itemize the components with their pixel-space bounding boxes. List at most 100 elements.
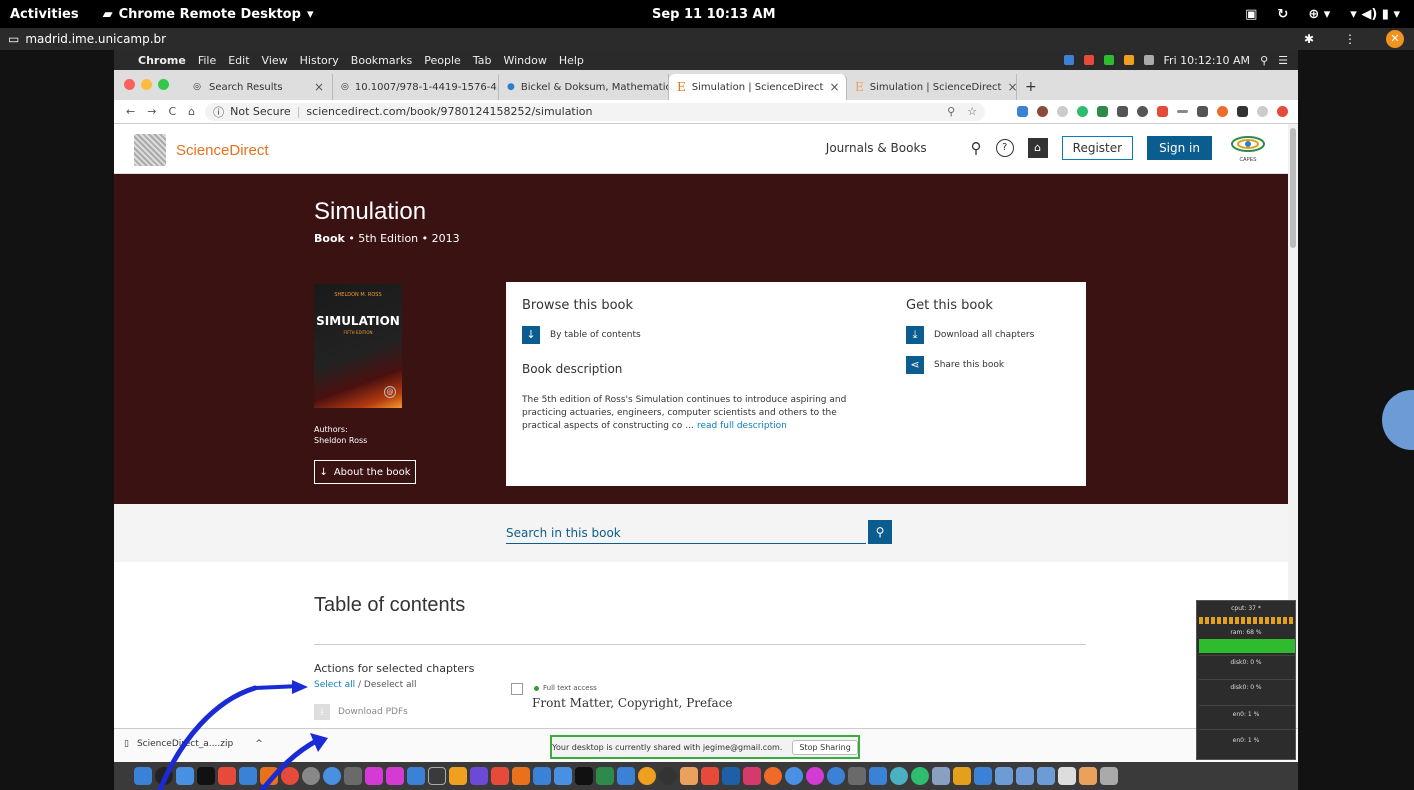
deselect-all-link[interactable]: Deselect all xyxy=(364,680,417,690)
download-pdfs-button[interactable]: ⤓ Download PDFs xyxy=(314,704,408,720)
app-icon[interactable] xyxy=(554,767,572,785)
folder-icon[interactable] xyxy=(1016,767,1034,785)
extension-icon[interactable] xyxy=(1057,106,1068,117)
extension-icon[interactable] xyxy=(1197,106,1208,117)
zoom-window-icon[interactable] xyxy=(158,79,169,90)
extension-icon[interactable] xyxy=(1217,106,1228,117)
mac-clock[interactable]: Fri 10:12:10 AM xyxy=(1164,54,1251,67)
menu-window[interactable]: Window xyxy=(503,54,546,67)
menu-dots-icon[interactable]: ⋮ xyxy=(1344,32,1356,46)
app-icon[interactable] xyxy=(302,767,320,785)
institution-icon[interactable]: ⌂ xyxy=(1027,138,1048,158)
tray-icon[interactable] xyxy=(1063,55,1074,65)
app-icon[interactable] xyxy=(176,767,194,785)
app-icon[interactable] xyxy=(470,767,488,785)
app-icon[interactable] xyxy=(974,767,992,785)
app-icon[interactable] xyxy=(386,767,404,785)
new-tab-button[interactable]: + xyxy=(1017,74,1043,100)
tray-icon[interactable] xyxy=(1083,55,1094,65)
tray-icon[interactable] xyxy=(1103,55,1114,65)
lightroom-icon[interactable] xyxy=(428,767,446,785)
gnome-clock[interactable]: Sep 11 10:13 AM xyxy=(652,7,776,22)
chrome-icon[interactable] xyxy=(638,767,656,785)
help-icon[interactable]: ? xyxy=(995,139,1014,157)
app-icon[interactable] xyxy=(911,767,929,785)
extension-icon[interactable]: ✱ xyxy=(1304,32,1314,46)
opera-icon[interactable] xyxy=(281,767,299,785)
app-icon[interactable] xyxy=(890,767,908,785)
app-icon[interactable] xyxy=(533,767,551,785)
app-icon[interactable] xyxy=(491,767,509,785)
book-cover[interactable]: SHELDON M. ROSS SIMULATION FIFTH EDITION… xyxy=(314,284,402,408)
close-tab-icon[interactable]: × xyxy=(314,80,324,94)
app-icon[interactable] xyxy=(449,767,467,785)
menu-edit[interactable]: Edit xyxy=(228,54,249,67)
app-icon[interactable] xyxy=(764,767,782,785)
about-book-button[interactable]: ↓ About the book xyxy=(314,460,416,484)
share-link[interactable]: ⋖ Share this book xyxy=(906,356,1004,374)
sd-logo[interactable]: ScienceDirect xyxy=(134,134,269,166)
menu-history[interactable]: History xyxy=(300,54,339,67)
tab-springer-pdf[interactable]: ◎ 10.1007/978-1-4419-1576-4.p × xyxy=(333,74,499,100)
app-menu[interactable]: ▰ Chrome Remote Desktop ▾ xyxy=(103,7,314,22)
back-icon[interactable]: ← xyxy=(126,105,135,118)
extension-icon[interactable] xyxy=(1017,106,1028,117)
reload-icon[interactable]: C xyxy=(168,105,176,118)
extension-icon[interactable] xyxy=(1137,106,1148,117)
menu-view[interactable]: View xyxy=(262,54,288,67)
system-tray[interactable]: ▣ ↻ ⊕ ▾ ▾ ◀) ▮ ▾ xyxy=(1245,7,1400,22)
app-icon[interactable] xyxy=(1058,767,1076,785)
app-icon[interactable] xyxy=(407,767,425,785)
app-icon[interactable] xyxy=(953,767,971,785)
app-icon[interactable] xyxy=(323,767,341,785)
search-button[interactable]: ⚲ xyxy=(868,520,892,544)
app-icon[interactable] xyxy=(239,767,257,785)
terminal-icon[interactable] xyxy=(197,767,215,785)
menu-chrome[interactable]: Chrome xyxy=(138,54,186,67)
address-bar[interactable]: ⓘ Not Secure | sciencedirect.com/book/97… xyxy=(205,102,986,121)
tab-simulation-active[interactable]: E Simulation | ScienceDirect × xyxy=(669,74,847,100)
stop-sharing-button[interactable]: Stop Sharing xyxy=(792,739,858,755)
forward-icon[interactable]: → xyxy=(147,105,156,118)
close-session-icon[interactable]: ✕ xyxy=(1386,30,1404,48)
tray-icon[interactable] xyxy=(1123,55,1134,65)
app-icon[interactable] xyxy=(827,767,845,785)
system-monitor-widget[interactable]: cput: 37 * ram: 68 % disk0: 0 % disk0: 0… xyxy=(1196,600,1296,760)
capes-logo[interactable]: CAPES xyxy=(1228,132,1268,164)
extension-icon[interactable] xyxy=(1117,106,1128,117)
trash-icon[interactable] xyxy=(1100,767,1118,785)
extension-icon[interactable] xyxy=(1097,106,1108,117)
tab-search-results[interactable]: ◎ Search Results × xyxy=(183,74,333,100)
app-icon[interactable] xyxy=(932,767,950,785)
menu-bookmarks[interactable]: Bookmarks xyxy=(351,54,412,67)
app-icon[interactable] xyxy=(869,767,887,785)
close-window-icon[interactable] xyxy=(124,79,135,90)
calendar-icon[interactable] xyxy=(701,767,719,785)
bookmark-star-icon[interactable]: ☆ xyxy=(967,105,977,118)
folder-icon[interactable] xyxy=(995,767,1013,785)
menu-file[interactable]: File xyxy=(198,54,216,67)
tab-bickel-doksum[interactable]: ● Bickel & Doksum, Mathematic × xyxy=(499,74,669,100)
app-icon[interactable] xyxy=(617,767,635,785)
menu-tab[interactable]: Tab xyxy=(473,54,492,67)
info-icon[interactable]: ⓘ xyxy=(213,104,224,120)
list-icon[interactable]: ☰ xyxy=(1278,54,1288,67)
app-icon[interactable] xyxy=(680,767,698,785)
app-icon[interactable] xyxy=(218,767,236,785)
search-in-book-input[interactable]: Search in this book xyxy=(506,522,866,544)
extension-icon[interactable] xyxy=(1157,106,1168,117)
search-icon[interactable]: ⚲ xyxy=(1260,54,1268,67)
app-icon[interactable] xyxy=(155,767,173,785)
select-all-link[interactable]: Select all xyxy=(314,680,355,690)
close-tab-icon[interactable]: × xyxy=(829,80,839,94)
app-icon[interactable] xyxy=(512,767,530,785)
app-icon[interactable] xyxy=(344,767,362,785)
tray-icon[interactable] xyxy=(1143,55,1154,65)
chapter-checkbox[interactable] xyxy=(511,683,523,695)
tab-simulation[interactable]: E Simulation | ScienceDirect × xyxy=(847,74,1017,100)
app-icon[interactable] xyxy=(659,767,677,785)
download-all-link[interactable]: ⤓ Download all chapters xyxy=(906,326,1034,344)
author-name[interactable]: Sheldon Ross xyxy=(314,436,367,445)
read-full-description-link[interactable]: read full description xyxy=(697,421,787,431)
app-icon[interactable] xyxy=(575,767,593,785)
